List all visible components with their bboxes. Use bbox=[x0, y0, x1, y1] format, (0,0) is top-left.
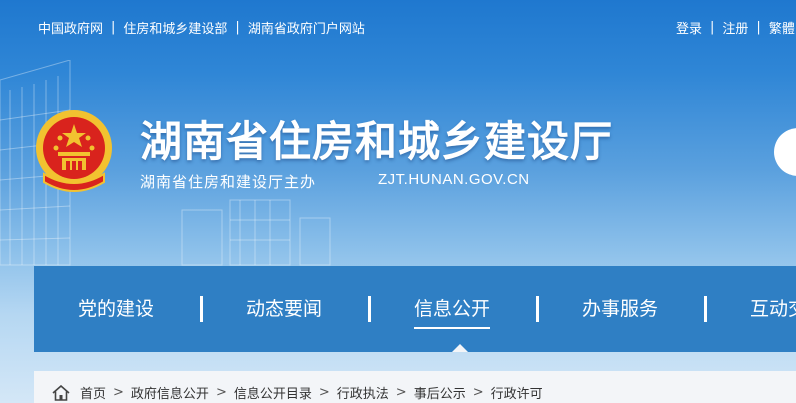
register-link[interactable]: 注册 bbox=[722, 18, 748, 37]
active-nav-indicator bbox=[452, 344, 468, 352]
link-mohurd[interactable]: 住房和城乡建设部 bbox=[123, 18, 227, 37]
external-links: 中国政府网 | 住房和城乡建设部 | 湖南省政府门户网站 bbox=[38, 18, 365, 37]
breadcrumb-arrow: > bbox=[472, 385, 484, 400]
breadcrumb-enforcement[interactable]: 行政执法 bbox=[337, 383, 389, 402]
login-link[interactable]: 登录 bbox=[676, 18, 702, 37]
divider: | bbox=[756, 20, 761, 35]
nav-divider bbox=[704, 296, 707, 322]
breadcrumb-arrow: > bbox=[215, 385, 227, 400]
main-nav: 党的建设 动态要闻 信息公开 办事服务 互动交流 bbox=[34, 266, 796, 352]
nav-divider bbox=[368, 296, 371, 322]
breadcrumb-arrow: > bbox=[318, 385, 330, 400]
nav-divider bbox=[200, 296, 203, 322]
national-emblem-icon bbox=[36, 110, 112, 192]
breadcrumb-arrow: > bbox=[113, 385, 124, 400]
breadcrumb-post-disclosure[interactable]: 事后公示 bbox=[414, 383, 466, 402]
top-bar: 中国政府网 | 住房和城乡建设部 | 湖南省政府门户网站 登录 | 注册 | 繁… bbox=[0, 18, 796, 38]
nav-interaction[interactable]: 互动交流 bbox=[750, 296, 796, 322]
link-gov-cn[interactable]: 中国政府网 bbox=[38, 18, 103, 37]
breadcrumb-admin-license[interactable]: 行政许可 bbox=[491, 383, 543, 402]
breadcrumb-arrow: > bbox=[395, 385, 407, 400]
divider: | bbox=[111, 20, 116, 35]
divider: | bbox=[235, 20, 240, 35]
link-hunan-gov[interactable]: 湖南省政府门户网站 bbox=[248, 18, 365, 37]
site-domain: ZJT.HUNAN.GOV.CN bbox=[378, 171, 530, 188]
home-icon[interactable] bbox=[52, 384, 70, 401]
user-links: 登录 | 注册 | 繁體 bbox=[676, 18, 795, 37]
site-sponsor: 湖南省住房和建设厅主办 bbox=[140, 173, 317, 191]
breadcrumb: 首页 > 政府信息公开 > 信息公开目录 > 行政执法 > 事后公示 > 行政许… bbox=[34, 371, 796, 403]
nav-divider bbox=[536, 296, 539, 322]
traditional-chinese-link[interactable]: 繁體 bbox=[769, 18, 795, 37]
nav-news[interactable]: 动态要闻 bbox=[246, 296, 322, 322]
nav-services[interactable]: 办事服务 bbox=[582, 296, 658, 322]
breadcrumb-catalog[interactable]: 信息公开目录 bbox=[234, 383, 312, 402]
site-title: 湖南省住房和城乡建设厅 bbox=[140, 117, 614, 166]
breadcrumb-home[interactable]: 首页 bbox=[80, 383, 106, 402]
divider: | bbox=[710, 20, 715, 35]
breadcrumb-gov-info[interactable]: 政府信息公开 bbox=[131, 383, 209, 402]
header-banner: 中国政府网 | 住房和城乡建设部 | 湖南省政府门户网站 登录 | 注册 | 繁… bbox=[0, 0, 796, 403]
nav-party-building[interactable]: 党的建设 bbox=[78, 296, 154, 322]
nav-info-disclosure[interactable]: 信息公开 bbox=[414, 296, 491, 329]
